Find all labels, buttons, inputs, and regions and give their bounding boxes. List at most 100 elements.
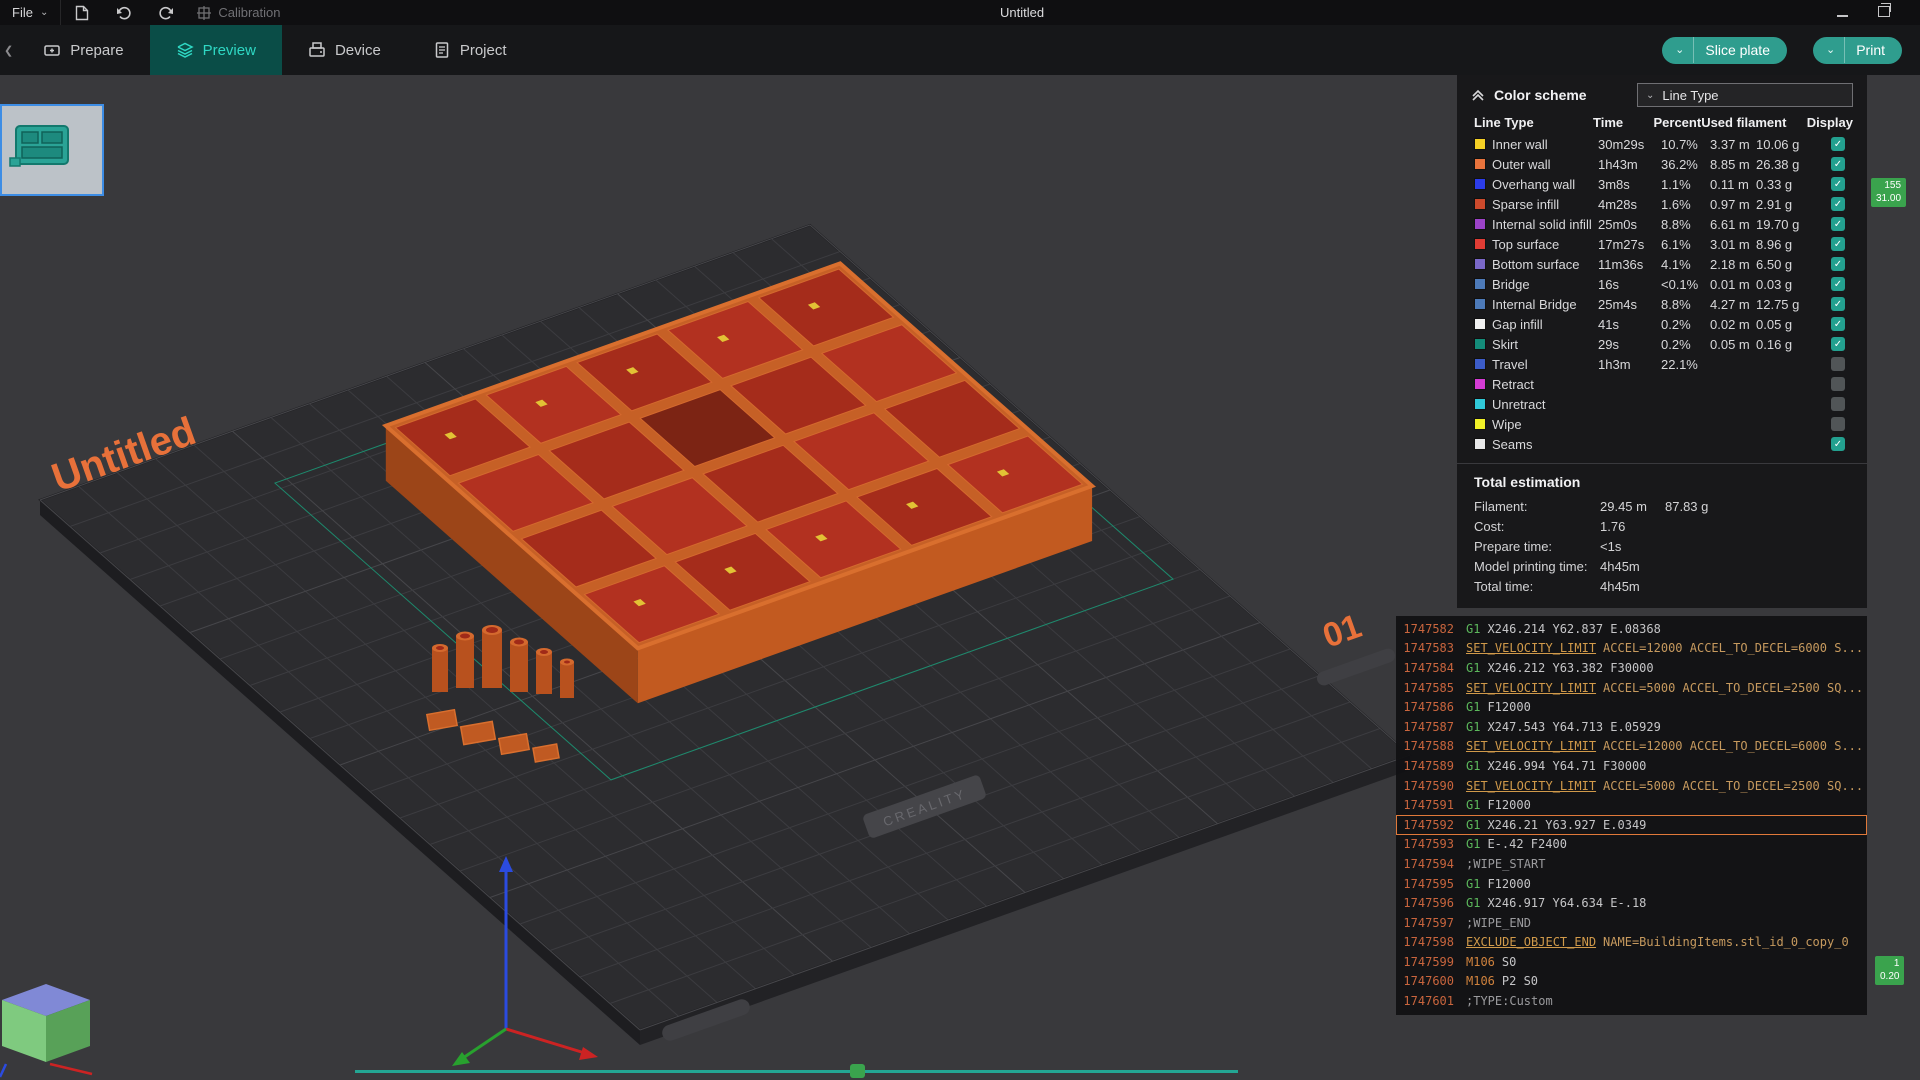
chevron-down-icon[interactable]: ⌄ [1813, 37, 1845, 63]
display-checkbox[interactable]: ✓ [1831, 257, 1845, 271]
gcode-line[interactable]: 1747600M106P2 S0 [1396, 972, 1867, 992]
display-checkbox[interactable]: ✓ [1831, 217, 1845, 231]
collapse-panel-icon[interactable] [1471, 88, 1485, 102]
gcode-command: G1 [1466, 877, 1480, 891]
line-type-color-swatch [1474, 378, 1486, 390]
gcode-line-number: 1747595 [1396, 877, 1454, 891]
line-type-color-swatch [1474, 338, 1486, 350]
line-type-row: Retract [1457, 374, 1867, 394]
layer-top-height: 31.00 [1876, 193, 1901, 206]
gcode-line[interactable]: 1747585SET_VELOCITY_LIMITACCEL=5000 ACCE… [1396, 678, 1867, 698]
tab-prepare[interactable]: Prepare [17, 25, 149, 75]
print-button[interactable]: ⌄ Print [1813, 37, 1902, 64]
tab-label: Preview [203, 42, 256, 59]
total-estimation-row: Cost:1.76 [1457, 516, 1867, 536]
gcode-line[interactable]: 1747583SET_VELOCITY_LIMITACCEL=12000 ACC… [1396, 639, 1867, 659]
line-type-percent: 0.2% [1661, 317, 1710, 332]
line-type-time: 25m0s [1598, 217, 1661, 232]
gcode-line[interactable]: 1747589G1X246.994 Y64.71 F30000 [1396, 756, 1867, 776]
layer-bottom-height: 0.20 [1880, 971, 1899, 984]
tab-device[interactable]: Device [282, 25, 407, 75]
display-checkbox[interactable]: ✓ [1831, 197, 1845, 211]
gcode-line[interactable]: 1747596G1X246.917 Y64.634 E-.18 [1396, 893, 1867, 913]
line-type-row: Bottom surface11m36s4.1%2.18 m6.50 g✓ [1457, 254, 1867, 274]
undo-button[interactable] [103, 0, 145, 25]
line-type-row: Unretract [1457, 394, 1867, 414]
display-checkbox[interactable] [1831, 377, 1845, 391]
total-estimation-row: Prepare time:<1s [1457, 536, 1867, 556]
col-time: Time [1593, 115, 1653, 130]
plate-thumbnail[interactable] [0, 104, 104, 196]
undo-icon [116, 6, 132, 20]
gcode-line[interactable]: 1747601;TYPE:Custom [1396, 991, 1867, 1011]
gcode-line[interactable]: 1747599M106S0 [1396, 952, 1867, 972]
line-type-time: 1h43m [1598, 157, 1661, 172]
gcode-params: X246.214 Y62.837 E.08368 [1487, 622, 1660, 636]
display-checkbox[interactable]: ✓ [1831, 137, 1845, 151]
display-checkbox[interactable]: ✓ [1831, 437, 1845, 451]
display-checkbox[interactable] [1831, 417, 1845, 431]
chevron-down-icon[interactable]: ⌄ [1662, 37, 1694, 63]
line-type-percent: 8.8% [1661, 297, 1710, 312]
gcode-command: G1 [1466, 661, 1480, 675]
gcode-line[interactable]: 1747584G1X246.212 Y63.382 F30000 [1396, 658, 1867, 678]
gcode-line-number: 1747594 [1396, 857, 1454, 871]
display-checkbox[interactable]: ✓ [1831, 337, 1845, 351]
line-type-meters: 8.85 m [1710, 157, 1756, 172]
layer-slider-top-handle[interactable]: 155 31.00 [1871, 178, 1906, 207]
tab-preview[interactable]: Preview [150, 25, 282, 75]
gcode-line[interactable]: 1747582G1X246.214 Y62.837 E.08368 [1396, 619, 1867, 639]
col-display: Display [1807, 115, 1853, 130]
gcode-params: X246.212 Y63.382 F30000 [1487, 661, 1653, 675]
gcode-line[interactable]: 1747598EXCLUDE_OBJECT_ENDNAME=BuildingIt… [1396, 933, 1867, 953]
calibration-button[interactable]: Calibration [187, 5, 290, 20]
gcode-line[interactable]: 1747591G1F12000 [1396, 795, 1867, 815]
display-checkbox[interactable]: ✓ [1831, 177, 1845, 191]
display-checkbox[interactable] [1831, 357, 1845, 371]
total-row-label: Prepare time: [1474, 539, 1600, 554]
col-used-filament: Used filament [1701, 115, 1807, 130]
gcode-viewer-panel[interactable]: 1747582G1X246.214 Y62.837 E.083681747583… [1396, 616, 1867, 1015]
line-type-grams: 0.05 g [1756, 317, 1820, 332]
gcode-line[interactable]: 1747587G1X247.543 Y64.713 E.05929 [1396, 717, 1867, 737]
line-type-row: Bridge16s<0.1%0.01 m0.03 g✓ [1457, 274, 1867, 294]
line-type-row: Internal Bridge25m4s8.8%4.27 m12.75 g✓ [1457, 294, 1867, 314]
gcode-line[interactable]: 1747594;WIPE_START [1396, 854, 1867, 874]
line-type-meters: 0.97 m [1710, 197, 1756, 212]
minimize-button[interactable] [1837, 5, 1848, 20]
display-checkbox[interactable]: ✓ [1831, 277, 1845, 291]
line-type-dropdown[interactable]: ⌄ Line Type [1637, 83, 1853, 107]
gcode-command: ;TYPE:Custom [1466, 994, 1553, 1008]
chevron-left-icon[interactable]: ❮ [0, 25, 17, 75]
layer-slider-bottom-handle[interactable]: 1 0.20 [1875, 956, 1904, 985]
new-project-button[interactable] [61, 0, 103, 25]
project-icon [433, 41, 451, 59]
restore-button[interactable] [1878, 5, 1890, 20]
gcode-line[interactable]: 1747595 G1 F12000 [1396, 874, 1867, 894]
gcode-line[interactable]: 1747586G1F12000 [1396, 697, 1867, 717]
display-checkbox[interactable] [1831, 397, 1845, 411]
file-menu[interactable]: File ⌄ [0, 0, 61, 25]
total-row-value: 4h45m [1600, 559, 1665, 574]
gcode-params: F12000 [1487, 877, 1530, 891]
gcode-line[interactable]: 1747590SET_VELOCITY_LIMITACCEL=5000 ACCE… [1396, 776, 1867, 796]
display-checkbox[interactable]: ✓ [1831, 157, 1845, 171]
redo-button[interactable] [145, 0, 187, 25]
line-type-color-swatch [1474, 318, 1486, 330]
move-slider[interactable] [355, 1070, 1238, 1073]
display-checkbox[interactable]: ✓ [1831, 297, 1845, 311]
line-type-time: 4m28s [1598, 197, 1661, 212]
gcode-line[interactable]: 1747593G1E-.42 F2400 [1396, 835, 1867, 855]
slice-plate-button[interactable]: ⌄ Slice plate [1662, 37, 1787, 64]
gcode-line[interactable]: 1747592G1X246.21 Y63.927 E.0349 [1396, 815, 1867, 835]
gcode-line[interactable]: 1747588SET_VELOCITY_LIMITACCEL=12000 ACC… [1396, 737, 1867, 757]
total-row-value2: 87.83 g [1665, 499, 1730, 514]
line-type-time: 30m29s [1598, 137, 1661, 152]
gcode-line[interactable]: 1747597;WIPE_END [1396, 913, 1867, 933]
display-checkbox[interactable]: ✓ [1831, 237, 1845, 251]
tab-project[interactable]: Project [407, 25, 533, 75]
gcode-params: F12000 [1487, 798, 1530, 812]
display-checkbox[interactable]: ✓ [1831, 317, 1845, 331]
move-slider-handle[interactable] [850, 1064, 865, 1078]
gcode-params: X246.994 Y64.71 F30000 [1487, 759, 1646, 773]
